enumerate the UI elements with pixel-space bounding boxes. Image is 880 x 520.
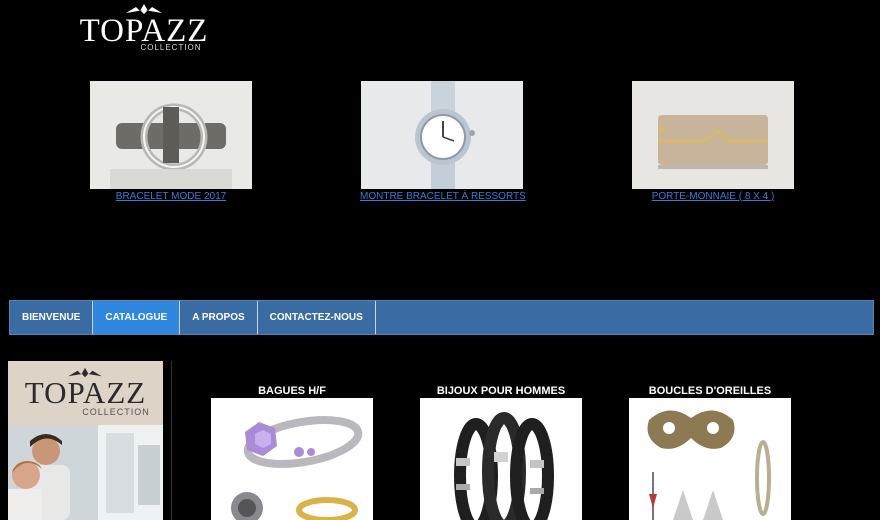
rings-image [211,398,373,520]
watch-photo[interactable] [361,81,523,189]
logo-tagline: COLLECTION [140,43,202,52]
nav-catalogue[interactable]: CATALOGUE [93,301,181,334]
category-boucles-oreilles[interactable]: BOUCLES D'OREILLES [628,384,792,520]
featured-link-bracelet[interactable]: BRACELET MODE 2017 [89,191,253,202]
men-bracelets-image [420,398,582,520]
nav-bienvenue[interactable]: BIENVENUE [10,301,94,334]
featured-link-watch[interactable]: MONTRE BRACELET À RESSORTS [360,191,526,202]
category-title-bijoux-hommes[interactable]: BIJOUX POUR HOMMES [419,384,583,398]
site-logo[interactable]: TOPAZZ COLLECTION [78,2,210,54]
featured-card-wallet[interactable]: PORTE-MONNAIE ( 8 X 4 ) [631,81,795,202]
wallet-image [632,81,794,189]
category-title-boucles-oreilles[interactable]: BOUCLES D'OREILLES [628,384,792,398]
category-bijoux-hommes[interactable]: BIJOUX POUR HOMMES [419,384,583,520]
earrings-photo[interactable] [629,398,791,520]
sidebar-divider [171,361,172,520]
featured-products: BRACELET MODE 2017 MONTRE BRACELET À RES… [0,81,880,211]
rings-photo[interactable] [211,398,373,520]
watch-image [361,81,523,189]
men-bracelets-photo[interactable] [420,398,582,520]
nav-a-propos[interactable]: A PROPOS [180,301,258,334]
sidebar-logo: TOPAZZ COLLECTION [8,363,163,423]
nav-contactez-nous[interactable]: CONTACTEZ-NOUS [258,301,376,334]
earrings-image [629,398,791,520]
main-nav: BIENVENUE CATALOGUE A PROPOS CONTACTEZ-N… [9,300,874,335]
wallet-photo[interactable] [632,81,794,189]
sidebar-logo-wordmark: TOPAZZ [24,375,147,410]
featured-link-wallet[interactable]: PORTE-MONNAIE ( 8 X 4 ) [631,191,795,202]
category-title-bagues[interactable]: BAGUES H/F [210,384,374,398]
shop-people-image [8,425,163,520]
sidebar-logo-tagline: COLLECTION [82,407,150,417]
bracelet-photo[interactable] [90,81,252,189]
category-bagues[interactable]: BAGUES H/F [210,384,374,520]
featured-card-bracelet[interactable]: BRACELET MODE 2017 [89,81,253,202]
bracelet-image [90,81,252,189]
featured-card-watch[interactable]: MONTRE BRACELET À RESSORTS [360,81,526,202]
sidebar-promo-banner[interactable]: TOPAZZ COLLECTION [8,361,163,520]
